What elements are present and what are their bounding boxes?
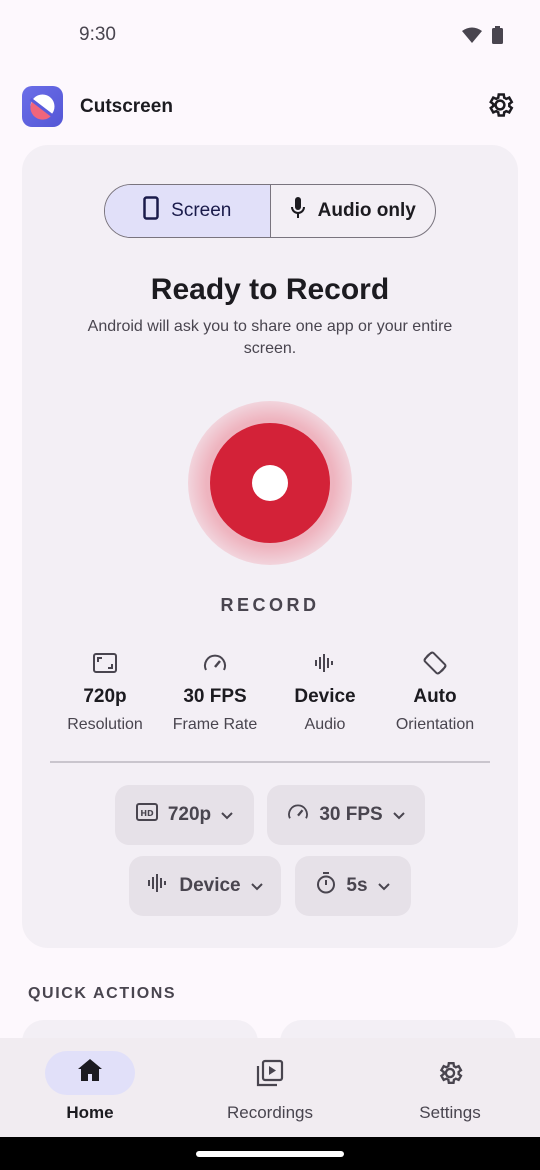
record-dot-icon <box>252 465 288 501</box>
frame-rate-dropdown[interactable]: 30 FPS <box>267 785 425 845</box>
nav-label: Home <box>66 1103 114 1122</box>
app-logo-icon <box>22 86 63 127</box>
mode-screen-button[interactable]: Screen <box>105 185 270 237</box>
stat-frame-rate: 30 FPS Frame Rate <box>160 650 270 734</box>
mode-audio-label: Audio only <box>317 200 416 221</box>
stat-value: Auto <box>413 686 457 707</box>
nav-item-home[interactable]: Home <box>0 1038 180 1137</box>
audio-source-dropdown[interactable]: Device <box>129 856 281 916</box>
mode-audio-button[interactable]: Audio only <box>269 185 436 237</box>
resolution-icon <box>50 650 160 676</box>
ready-subtitle: Android will ask you to share one app or… <box>87 318 453 357</box>
chevron-down-icon <box>221 804 233 826</box>
stat-label: Resolution <box>67 716 143 733</box>
app-title: Cutscreen <box>80 96 173 117</box>
audio-wave-icon <box>270 650 380 676</box>
stat-label: Orientation <box>395 716 475 733</box>
mode-toggle: Screen Audio only <box>104 184 436 238</box>
status-bar: 9:30 <box>0 0 540 72</box>
stat-label: Frame Rate <box>172 716 258 733</box>
battery-icon <box>492 26 503 49</box>
speed-icon <box>160 650 270 676</box>
stat-value: 30 FPS <box>183 686 247 707</box>
wifi-icon <box>462 27 482 48</box>
video-library-icon <box>180 1059 360 1087</box>
stat-audio: Device Audio <box>270 650 380 734</box>
chip-label: 720p <box>167 804 212 825</box>
home-icon <box>0 1058 180 1082</box>
nav-label: Recordings <box>227 1103 313 1122</box>
nav-label: Settings <box>419 1103 481 1122</box>
bottom-navigation: Home Recordings Settings <box>0 1038 540 1137</box>
timer-icon <box>316 872 336 900</box>
status-time: 9:30 <box>79 24 116 45</box>
svg-text:HD: HD <box>140 809 154 818</box>
recorder-card: Screen Audio only Ready to Record Androi… <box>22 145 518 948</box>
record-control <box>188 401 352 565</box>
app-bar: Cutscreen <box>0 84 540 130</box>
chevron-down-icon <box>377 875 390 897</box>
ready-title: Ready to Record <box>150 273 390 306</box>
phone-icon <box>143 196 159 226</box>
chip-label: 30 FPS <box>319 804 383 825</box>
nav-item-recordings[interactable]: Recordings <box>180 1038 360 1137</box>
countdown-dropdown[interactable]: 5s <box>295 856 411 916</box>
stat-orientation: Auto Orientation <box>380 650 490 734</box>
gear-icon <box>485 90 515 125</box>
chip-label: Device <box>179 875 241 896</box>
chip-label: 5s <box>346 875 368 896</box>
gear-icon <box>360 1059 540 1087</box>
settings-summary: 720p Resolution 30 FPS Frame Rate Device… <box>50 650 490 734</box>
stat-label: Audio <box>304 716 346 733</box>
settings-button[interactable] <box>484 91 516 123</box>
resolution-dropdown[interactable]: HD 720p <box>115 785 254 845</box>
rotate-icon <box>380 650 490 676</box>
nav-item-settings[interactable]: Settings <box>360 1038 540 1137</box>
stat-value: 720p <box>83 686 127 707</box>
status-icons <box>462 26 503 49</box>
home-gesture-handle[interactable] <box>196 1151 344 1157</box>
quick-actions-title: QUICK ACTIONS <box>28 985 177 1002</box>
stat-resolution: 720p Resolution <box>50 650 160 734</box>
mic-icon <box>290 196 306 226</box>
record-label: RECORD <box>220 595 320 615</box>
mode-screen-label: Screen <box>171 200 232 221</box>
hd-icon: HD <box>135 803 158 827</box>
speed-icon <box>287 803 309 827</box>
chevron-down-icon <box>250 875 263 897</box>
record-button[interactable] <box>210 423 330 543</box>
chevron-down-icon <box>392 804 405 826</box>
divider <box>50 761 490 763</box>
stat-value: Device <box>294 686 356 707</box>
gesture-navigation-area <box>0 1137 540 1170</box>
audio-wave-icon <box>147 873 169 899</box>
